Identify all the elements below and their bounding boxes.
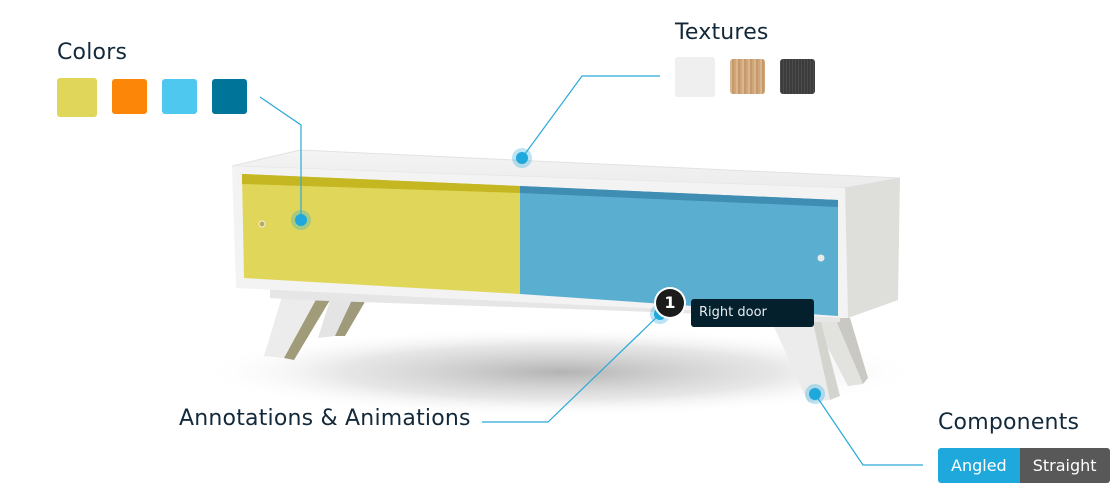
right-door-handle bbox=[817, 254, 825, 262]
component-option-angled[interactable]: Angled bbox=[938, 448, 1020, 483]
components-leader bbox=[814, 393, 923, 466]
color-swatch-yellow[interactable] bbox=[57, 78, 97, 117]
annotation-tooltip: Right door bbox=[691, 299, 814, 327]
textures-heading: Textures bbox=[675, 20, 769, 45]
colors-heading: Colors bbox=[57, 40, 128, 65]
texture-swatch-wood[interactable] bbox=[730, 59, 765, 94]
textures-leader bbox=[521, 75, 660, 159]
hotspot-colors[interactable] bbox=[291, 210, 311, 230]
components-heading: Components bbox=[938, 410, 1080, 435]
texture-swatch-dark-wood[interactable] bbox=[780, 59, 815, 94]
components-toggle: Angled Straight bbox=[938, 448, 1110, 483]
color-swatch-light-blue[interactable] bbox=[162, 79, 197, 114]
hotspot-textures[interactable] bbox=[512, 148, 532, 168]
annotation-number-badge[interactable]: 1 bbox=[656, 289, 684, 317]
component-option-straight[interactable]: Straight bbox=[1019, 448, 1110, 483]
texture-swatch-white[interactable] bbox=[675, 57, 715, 97]
hotspot-components[interactable] bbox=[805, 384, 825, 404]
color-swatch-orange[interactable] bbox=[112, 79, 147, 114]
annotations-heading: Annotations & Animations bbox=[179, 406, 471, 431]
left-door[interactable] bbox=[242, 174, 520, 294]
left-door-handle bbox=[258, 220, 266, 228]
color-swatch-dark-blue[interactable] bbox=[212, 79, 247, 114]
